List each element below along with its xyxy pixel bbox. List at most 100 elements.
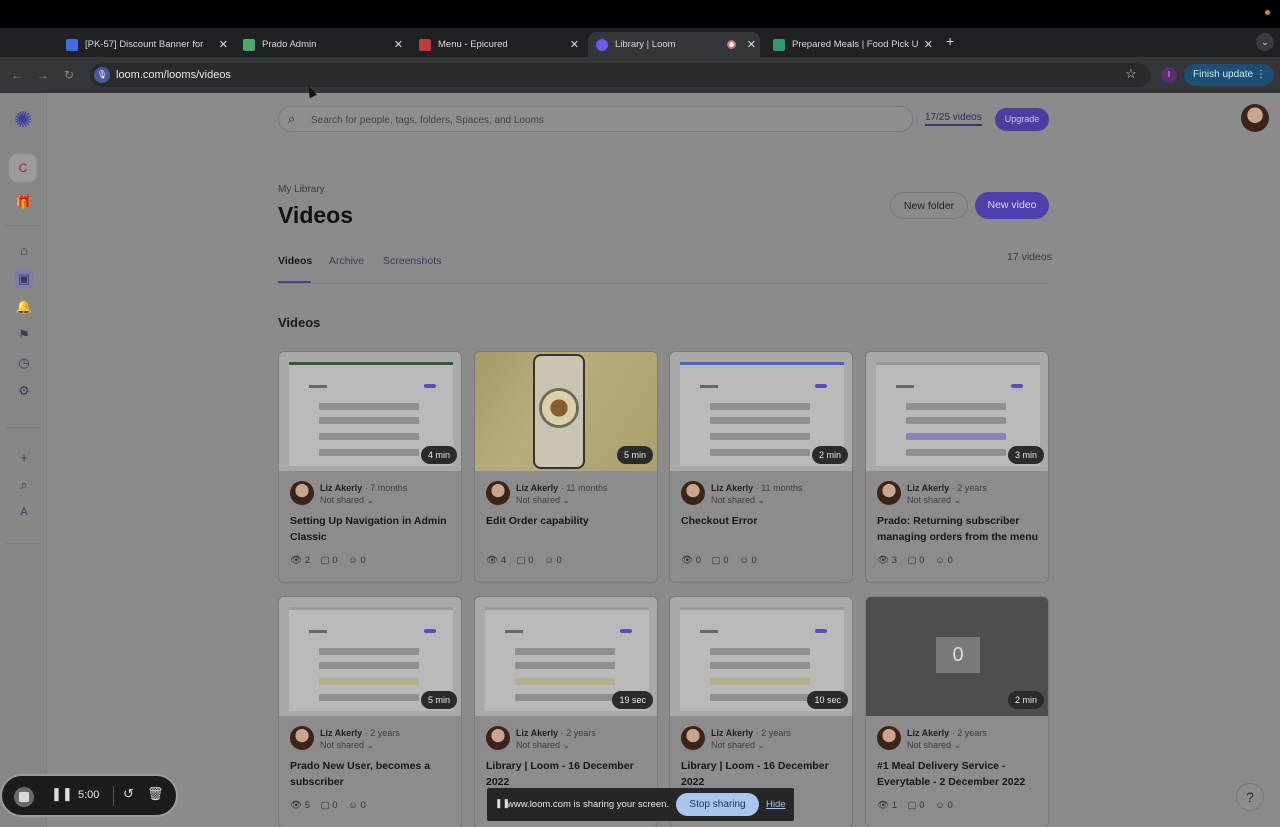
bookmark-star-icon[interactable]: ☆: [1125, 66, 1137, 82]
search-icon[interactable]: ⌕: [15, 476, 33, 494]
new-video-button[interactable]: New video: [975, 192, 1049, 219]
browser-tab[interactable]: [PK-57] Discount Banner for ✕: [58, 32, 232, 57]
video-card[interactable]: 5 min Liz Akerly · 11 months Not shared …: [474, 351, 658, 583]
video-title[interactable]: #1 Meal Delivery Service - Everytable - …: [877, 758, 1043, 790]
video-quota-link[interactable]: 17/25 videos: [925, 112, 982, 126]
search-input[interactable]: [311, 112, 901, 128]
video-thumbnail[interactable]: 4 min: [279, 352, 461, 471]
breadcrumb[interactable]: My Library: [278, 184, 325, 195]
video-thumbnail[interactable]: 0 2 min: [866, 597, 1048, 716]
stop-sharing-button[interactable]: Stop sharing: [676, 793, 759, 816]
divider: [113, 786, 114, 806]
add-icon[interactable]: +: [15, 449, 33, 467]
reload-icon[interactable]: ↻: [64, 68, 74, 82]
video-card[interactable]: 3 min Liz Akerly · 2 years Not shared ⌄ …: [865, 351, 1049, 583]
tab-title: Library | Loom: [615, 39, 676, 50]
close-tab-icon[interactable]: ✕: [747, 38, 756, 51]
browser-tab[interactable]: Prepared Meals | Food Pick U ✕: [765, 32, 937, 57]
browser-tab[interactable]: Prado Admin ✕: [235, 32, 407, 57]
video-title[interactable]: Library | Loom - 16 December 2022: [486, 758, 652, 790]
share-status-dropdown[interactable]: Not shared ⌄: [907, 740, 961, 751]
video-thumbnail[interactable]: 10 sec: [670, 597, 852, 716]
reaction-icon: ☺ 0: [935, 800, 953, 811]
site-info-icon[interactable]: 🎙: [94, 67, 110, 83]
video-card[interactable]: 5 min Liz Akerly · 2 years Not shared ⌄ …: [278, 596, 462, 827]
video-stats: 👁 3 ▢ 0 ☺ 0: [877, 555, 961, 566]
pause-icon[interactable]: ❚❚: [51, 786, 73, 802]
browser-tab[interactable]: Menu - Epicured ✕: [411, 32, 583, 57]
finish-update-button[interactable]: Finish update ⋮: [1184, 64, 1274, 86]
gift-icon[interactable]: 🎁: [15, 193, 33, 211]
close-tab-icon[interactable]: ✕: [570, 38, 579, 51]
upgrade-button[interactable]: Upgrade: [995, 108, 1049, 131]
stop-recording-button[interactable]: [14, 787, 34, 807]
share-status-dropdown[interactable]: Not shared ⌄: [516, 495, 570, 506]
back-icon[interactable]: ←: [11, 68, 23, 82]
tab-screenshots[interactable]: Screenshots: [383, 255, 441, 267]
share-status-dropdown[interactable]: Not shared ⌄: [907, 495, 961, 506]
video-thumbnail[interactable]: 5 min: [475, 352, 657, 471]
reaction-count: 0: [947, 800, 953, 811]
video-age: · 7 months: [364, 483, 408, 493]
share-status-dropdown[interactable]: Not shared ⌄: [516, 740, 570, 751]
video-title[interactable]: Prado: Returning subscriber managing ord…: [877, 513, 1043, 545]
share-status-dropdown[interactable]: Not shared ⌄: [320, 740, 374, 751]
home-icon[interactable]: ⌂: [15, 242, 33, 260]
view-count: 5: [304, 800, 310, 811]
screen-share-bar: ❚❚ www.loom.com is sharing your screen. …: [487, 788, 794, 821]
video-title[interactable]: Checkout Error: [681, 513, 847, 529]
workspace-avatar[interactable]: C: [9, 154, 37, 182]
video-title[interactable]: Edit Order capability: [486, 513, 652, 529]
gear-icon[interactable]: ⚙: [15, 382, 33, 400]
new-folder-button[interactable]: New folder: [890, 192, 968, 219]
address-bar[interactable]: 🎙 loom.com/looms/videos: [90, 63, 1150, 87]
browser-tab-active[interactable]: Library | Loom ✕: [588, 32, 760, 57]
tab-search-icon[interactable]: ⌄: [1256, 33, 1274, 51]
thumbnail-overlay-text: 0: [936, 637, 980, 673]
bell-icon[interactable]: 🔔: [15, 298, 33, 316]
bookmark-icon[interactable]: ⚑: [15, 326, 33, 344]
restart-icon[interactable]: ↺: [123, 786, 134, 802]
video-thumbnail[interactable]: 19 sec: [475, 597, 657, 716]
loom-logo-icon[interactable]: ✺: [11, 108, 35, 132]
hide-link[interactable]: Hide: [766, 799, 786, 810]
user-initial[interactable]: A: [15, 503, 33, 521]
foodpick-icon: [773, 38, 785, 51]
share-status-dropdown[interactable]: Not shared ⌄: [711, 740, 765, 751]
url-text: loom.com/looms/videos: [116, 69, 231, 81]
video-title[interactable]: Setting Up Navigation in Admin Classic: [290, 513, 456, 545]
clock-icon[interactable]: ◷: [15, 354, 33, 372]
help-button[interactable]: ?: [1236, 783, 1264, 811]
duration-badge: 10 sec: [807, 691, 848, 709]
author-name: Liz Akerly: [907, 483, 950, 493]
video-thumbnail[interactable]: 2 min: [670, 352, 852, 471]
video-age: · 2 years: [951, 728, 987, 738]
forward-icon[interactable]: →: [37, 68, 49, 82]
profile-avatar[interactable]: I: [1161, 67, 1177, 83]
kebab-menu-icon[interactable]: ⋮: [1256, 64, 1266, 86]
author-name: Liz Akerly: [516, 728, 559, 738]
share-status-dropdown[interactable]: Not shared ⌄: [320, 495, 374, 506]
video-title[interactable]: Prado New User, becomes a subscriber: [290, 758, 456, 790]
close-tab-icon[interactable]: ✕: [924, 38, 933, 51]
tab-archive[interactable]: Archive: [329, 255, 364, 267]
video-card[interactable]: 4 min Liz Akerly · 7 months Not shared ⌄…: [278, 351, 462, 583]
trash-icon[interactable]: 🗑: [147, 786, 164, 802]
video-card[interactable]: 2 min Liz Akerly · 11 months Not shared …: [669, 351, 853, 583]
library-icon[interactable]: ▣: [15, 270, 33, 288]
share-status-dropdown[interactable]: Not shared ⌄: [711, 495, 765, 506]
video-thumbnail[interactable]: 5 min: [279, 597, 461, 716]
video-stats: 👁 1 ▢ 0 ☺ 0: [877, 800, 961, 811]
epicured-icon: [419, 38, 431, 51]
divider: [6, 427, 40, 428]
video-thumbnail[interactable]: 3 min: [866, 352, 1048, 471]
close-tab-icon[interactable]: ✕: [219, 38, 228, 51]
search-bar[interactable]: ⌕: [278, 106, 913, 132]
tab-videos[interactable]: Videos: [278, 255, 312, 267]
close-tab-icon[interactable]: ✕: [394, 38, 403, 51]
user-avatar[interactable]: [1241, 104, 1269, 132]
video-title[interactable]: Library | Loom - 16 December 2022: [681, 758, 847, 790]
video-count: 17 videos: [1007, 251, 1052, 263]
new-tab-icon[interactable]: +: [946, 33, 954, 49]
video-card[interactable]: 0 2 min Liz Akerly · 2 years Not shared …: [865, 596, 1049, 827]
